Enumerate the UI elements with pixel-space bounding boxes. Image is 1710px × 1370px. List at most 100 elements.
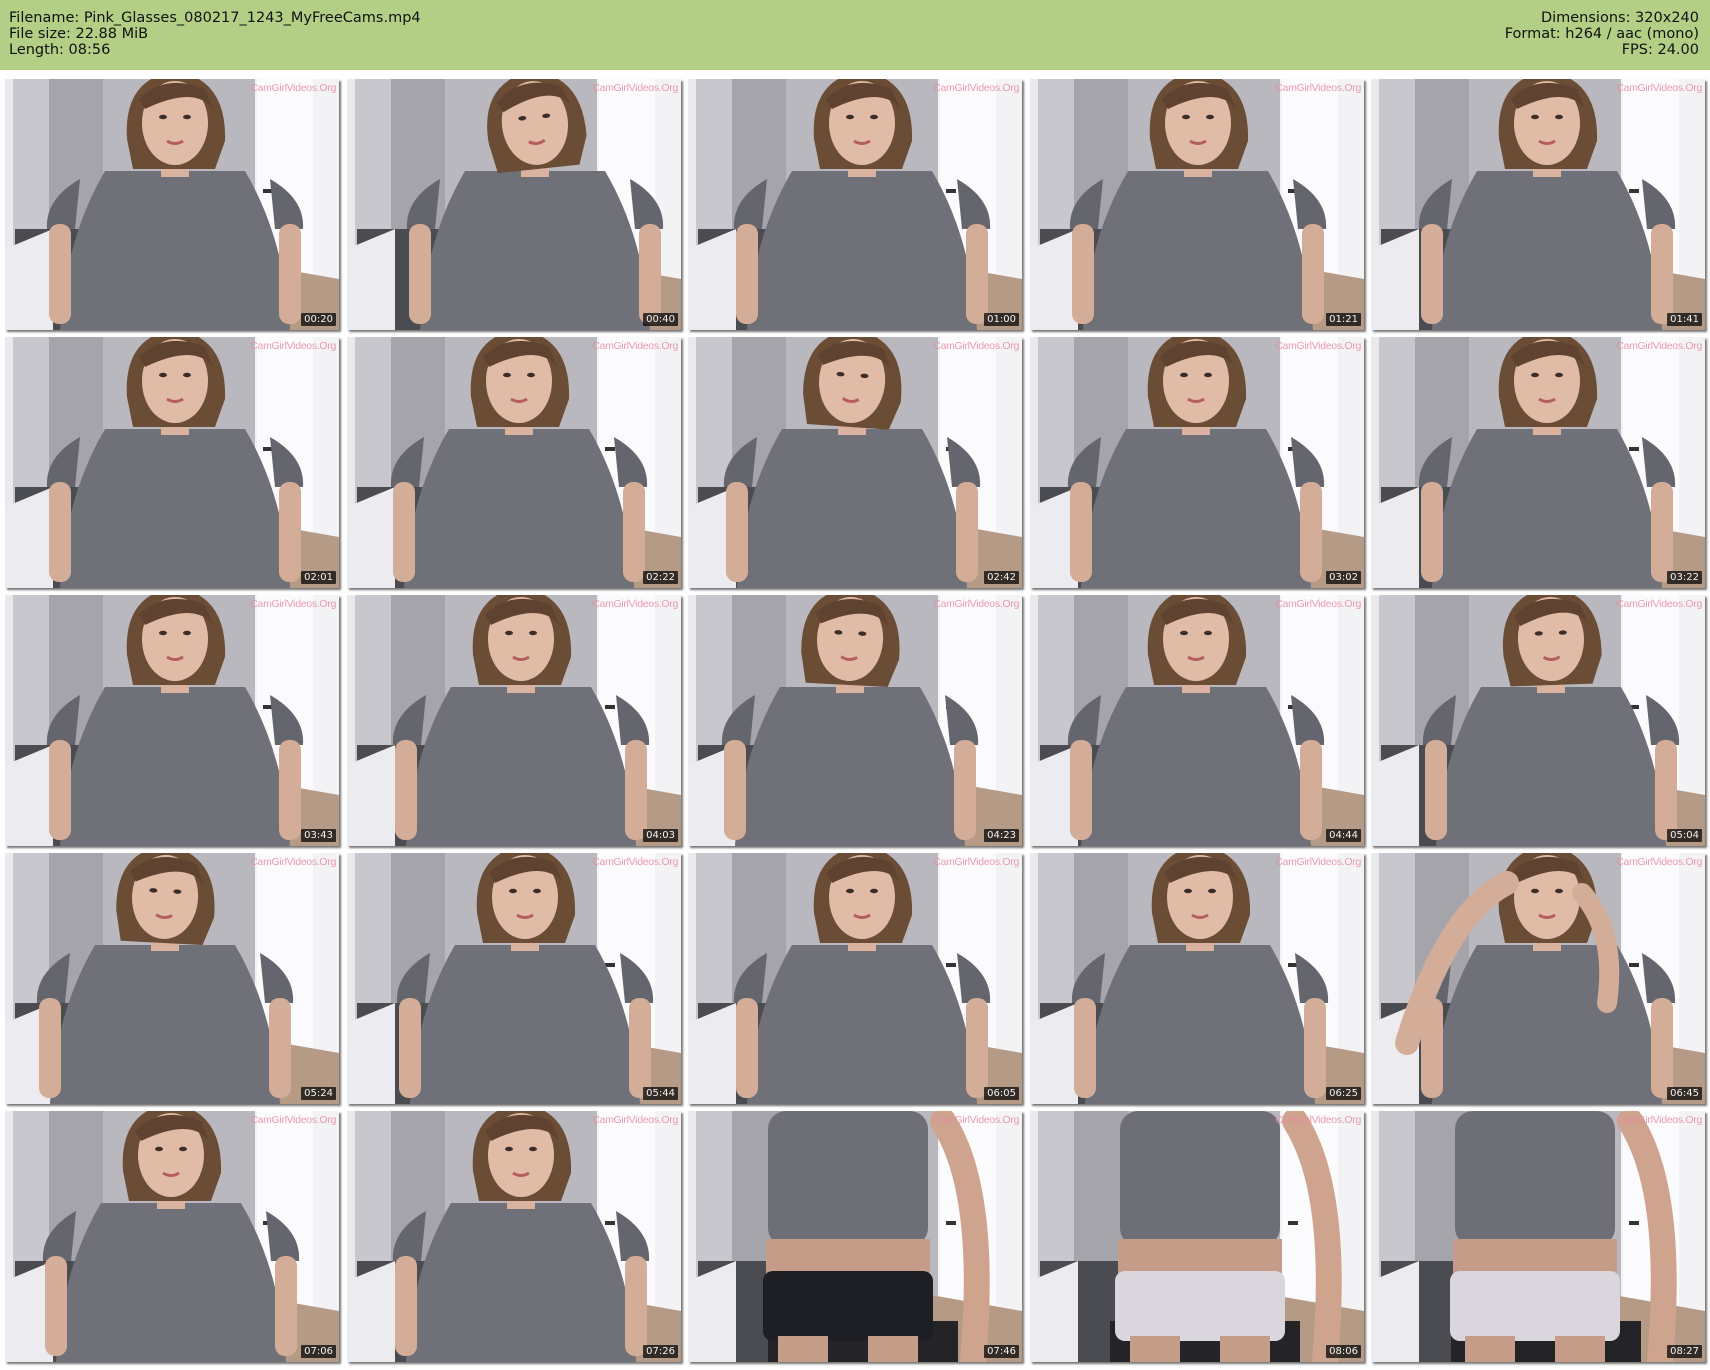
video-frame-thumbnail[interactable]: CamGirlVideos.Org 01:21 xyxy=(1030,79,1364,330)
frame-image xyxy=(347,337,681,588)
frame-timestamp: 07:06 xyxy=(301,1345,336,1358)
video-frame-thumbnail[interactable]: CamGirlVideos.Org 06:45 xyxy=(1371,853,1705,1104)
frame-timestamp: 06:05 xyxy=(984,1087,1019,1100)
watermark-text: CamGirlVideos.Org xyxy=(1275,340,1361,352)
watermark-text: CamGirlVideos.Org xyxy=(250,856,336,868)
frame-image xyxy=(1030,79,1364,330)
video-frame-thumbnail[interactable]: CamGirlVideos.Org 03:02 xyxy=(1030,337,1364,588)
video-frame-thumbnail[interactable]: CamGirlVideos.Org 04:03 xyxy=(347,595,681,846)
frame-image xyxy=(347,853,681,1104)
frame-timestamp: 02:42 xyxy=(984,571,1019,584)
length-text: Length: 08:56 xyxy=(9,42,111,58)
frame-timestamp: 05:24 xyxy=(301,1087,336,1100)
watermark-text: CamGirlVideos.Org xyxy=(933,598,1019,610)
frame-timestamp: 07:46 xyxy=(984,1345,1019,1358)
watermark-text: CamGirlVideos.Org xyxy=(592,856,678,868)
watermark-text: CamGirlVideos.Org xyxy=(250,1114,336,1126)
video-frame-thumbnail[interactable]: CamGirlVideos.Org 02:22 xyxy=(347,337,681,588)
frame-timestamp: 08:06 xyxy=(1326,1345,1361,1358)
frame-image xyxy=(1030,853,1364,1104)
frame-timestamp: 03:02 xyxy=(1326,571,1361,584)
frame-image xyxy=(1030,1111,1364,1362)
frame-timestamp: 01:41 xyxy=(1667,313,1702,326)
video-frame-thumbnail[interactable]: CamGirlVideos.Org 05:04 xyxy=(1371,595,1705,846)
frame-image xyxy=(347,595,681,846)
watermark-text: CamGirlVideos.Org xyxy=(592,340,678,352)
watermark-text: CamGirlVideos.Org xyxy=(1275,1114,1361,1126)
frame-image xyxy=(688,337,1022,588)
thumbnail-grid: CamGirlVideos.Org 00:20 CamGirlVideos.Or… xyxy=(5,79,1705,1365)
video-frame-thumbnail[interactable]: CamGirlVideos.Org 06:05 xyxy=(688,853,1022,1104)
video-frame-thumbnail[interactable]: CamGirlVideos.Org 07:06 xyxy=(5,1111,339,1362)
info-header: Filename: Pink_Glasses_080217_1243_MyFre… xyxy=(0,0,1710,70)
frame-image xyxy=(5,79,339,330)
frame-timestamp: 00:40 xyxy=(643,313,678,326)
video-frame-thumbnail[interactable]: CamGirlVideos.Org 05:44 xyxy=(347,853,681,1104)
frame-image xyxy=(688,1111,1022,1362)
watermark-text: CamGirlVideos.Org xyxy=(592,82,678,94)
frame-image xyxy=(347,1111,681,1362)
video-frame-thumbnail[interactable]: CamGirlVideos.Org 00:40 xyxy=(347,79,681,330)
watermark-text: CamGirlVideos.Org xyxy=(592,598,678,610)
frame-timestamp: 06:45 xyxy=(1667,1087,1702,1100)
watermark-text: CamGirlVideos.Org xyxy=(1616,856,1702,868)
video-frame-thumbnail[interactable]: CamGirlVideos.Org 04:44 xyxy=(1030,595,1364,846)
video-frame-thumbnail[interactable]: CamGirlVideos.Org 00:20 xyxy=(5,79,339,330)
watermark-text: CamGirlVideos.Org xyxy=(1275,598,1361,610)
frame-timestamp: 06:25 xyxy=(1326,1087,1361,1100)
video-frame-thumbnail[interactable]: CamGirlVideos.Org 02:42 xyxy=(688,337,1022,588)
watermark-text: CamGirlVideos.Org xyxy=(250,598,336,610)
watermark-text: CamGirlVideos.Org xyxy=(1616,340,1702,352)
media-info: Dimensions: 320x240 Format: h264 / aac (m… xyxy=(1505,10,1699,58)
filesize-text: File size: 22.88 MiB xyxy=(9,26,149,42)
frame-image xyxy=(5,1111,339,1362)
frame-timestamp: 05:44 xyxy=(643,1087,678,1100)
frame-image xyxy=(1371,79,1705,330)
frame-image xyxy=(688,853,1022,1104)
frame-timestamp: 08:27 xyxy=(1667,1345,1702,1358)
fps-text: FPS: 24.00 xyxy=(1621,42,1699,58)
dimensions-text: Dimensions: 320x240 xyxy=(1540,10,1699,26)
video-frame-thumbnail[interactable]: CamGirlVideos.Org 06:25 xyxy=(1030,853,1364,1104)
frame-timestamp: 04:44 xyxy=(1326,829,1361,842)
watermark-text: CamGirlVideos.Org xyxy=(933,856,1019,868)
frame-image xyxy=(1371,853,1705,1104)
frame-image xyxy=(688,79,1022,330)
frame-timestamp: 01:00 xyxy=(984,313,1019,326)
frame-image xyxy=(1371,1111,1705,1362)
video-frame-thumbnail[interactable]: CamGirlVideos.Org 07:46 xyxy=(688,1111,1022,1362)
frame-image xyxy=(1030,595,1364,846)
watermark-text: CamGirlVideos.Org xyxy=(1275,856,1361,868)
frame-timestamp: 01:21 xyxy=(1326,313,1361,326)
video-frame-thumbnail[interactable]: CamGirlVideos.Org 03:43 xyxy=(5,595,339,846)
video-frame-thumbnail[interactable]: CamGirlVideos.Org 01:41 xyxy=(1371,79,1705,330)
watermark-text: CamGirlVideos.Org xyxy=(1616,82,1702,94)
frame-timestamp: 00:20 xyxy=(301,313,336,326)
frame-timestamp: 03:22 xyxy=(1667,571,1702,584)
frame-image xyxy=(5,853,339,1104)
watermark-text: CamGirlVideos.Org xyxy=(250,82,336,94)
video-frame-thumbnail[interactable]: CamGirlVideos.Org 03:22 xyxy=(1371,337,1705,588)
video-frame-thumbnail[interactable]: CamGirlVideos.Org 01:00 xyxy=(688,79,1022,330)
frame-timestamp: 02:01 xyxy=(301,571,336,584)
frame-image xyxy=(5,337,339,588)
frame-timestamp: 04:03 xyxy=(643,829,678,842)
video-frame-thumbnail[interactable]: CamGirlVideos.Org 05:24 xyxy=(5,853,339,1104)
video-frame-thumbnail[interactable]: CamGirlVideos.Org 08:27 xyxy=(1371,1111,1705,1362)
frame-timestamp: 04:23 xyxy=(984,829,1019,842)
frame-image xyxy=(1030,337,1364,588)
watermark-text: CamGirlVideos.Org xyxy=(592,1114,678,1126)
video-frame-thumbnail[interactable]: CamGirlVideos.Org 04:23 xyxy=(688,595,1022,846)
video-frame-thumbnail[interactable]: CamGirlVideos.Org 07:26 xyxy=(347,1111,681,1362)
frame-timestamp: 07:26 xyxy=(643,1345,678,1358)
watermark-text: CamGirlVideos.Org xyxy=(933,1114,1019,1126)
watermark-text: CamGirlVideos.Org xyxy=(1275,82,1361,94)
frame-timestamp: 02:22 xyxy=(643,571,678,584)
video-frame-thumbnail[interactable]: CamGirlVideos.Org 08:06 xyxy=(1030,1111,1364,1362)
watermark-text: CamGirlVideos.Org xyxy=(933,340,1019,352)
video-frame-thumbnail[interactable]: CamGirlVideos.Org 02:01 xyxy=(5,337,339,588)
watermark-text: CamGirlVideos.Org xyxy=(933,82,1019,94)
frame-timestamp: 05:04 xyxy=(1667,829,1702,842)
format-text: Format: h264 / aac (mono) xyxy=(1504,26,1699,42)
watermark-text: CamGirlVideos.Org xyxy=(1616,1114,1702,1126)
